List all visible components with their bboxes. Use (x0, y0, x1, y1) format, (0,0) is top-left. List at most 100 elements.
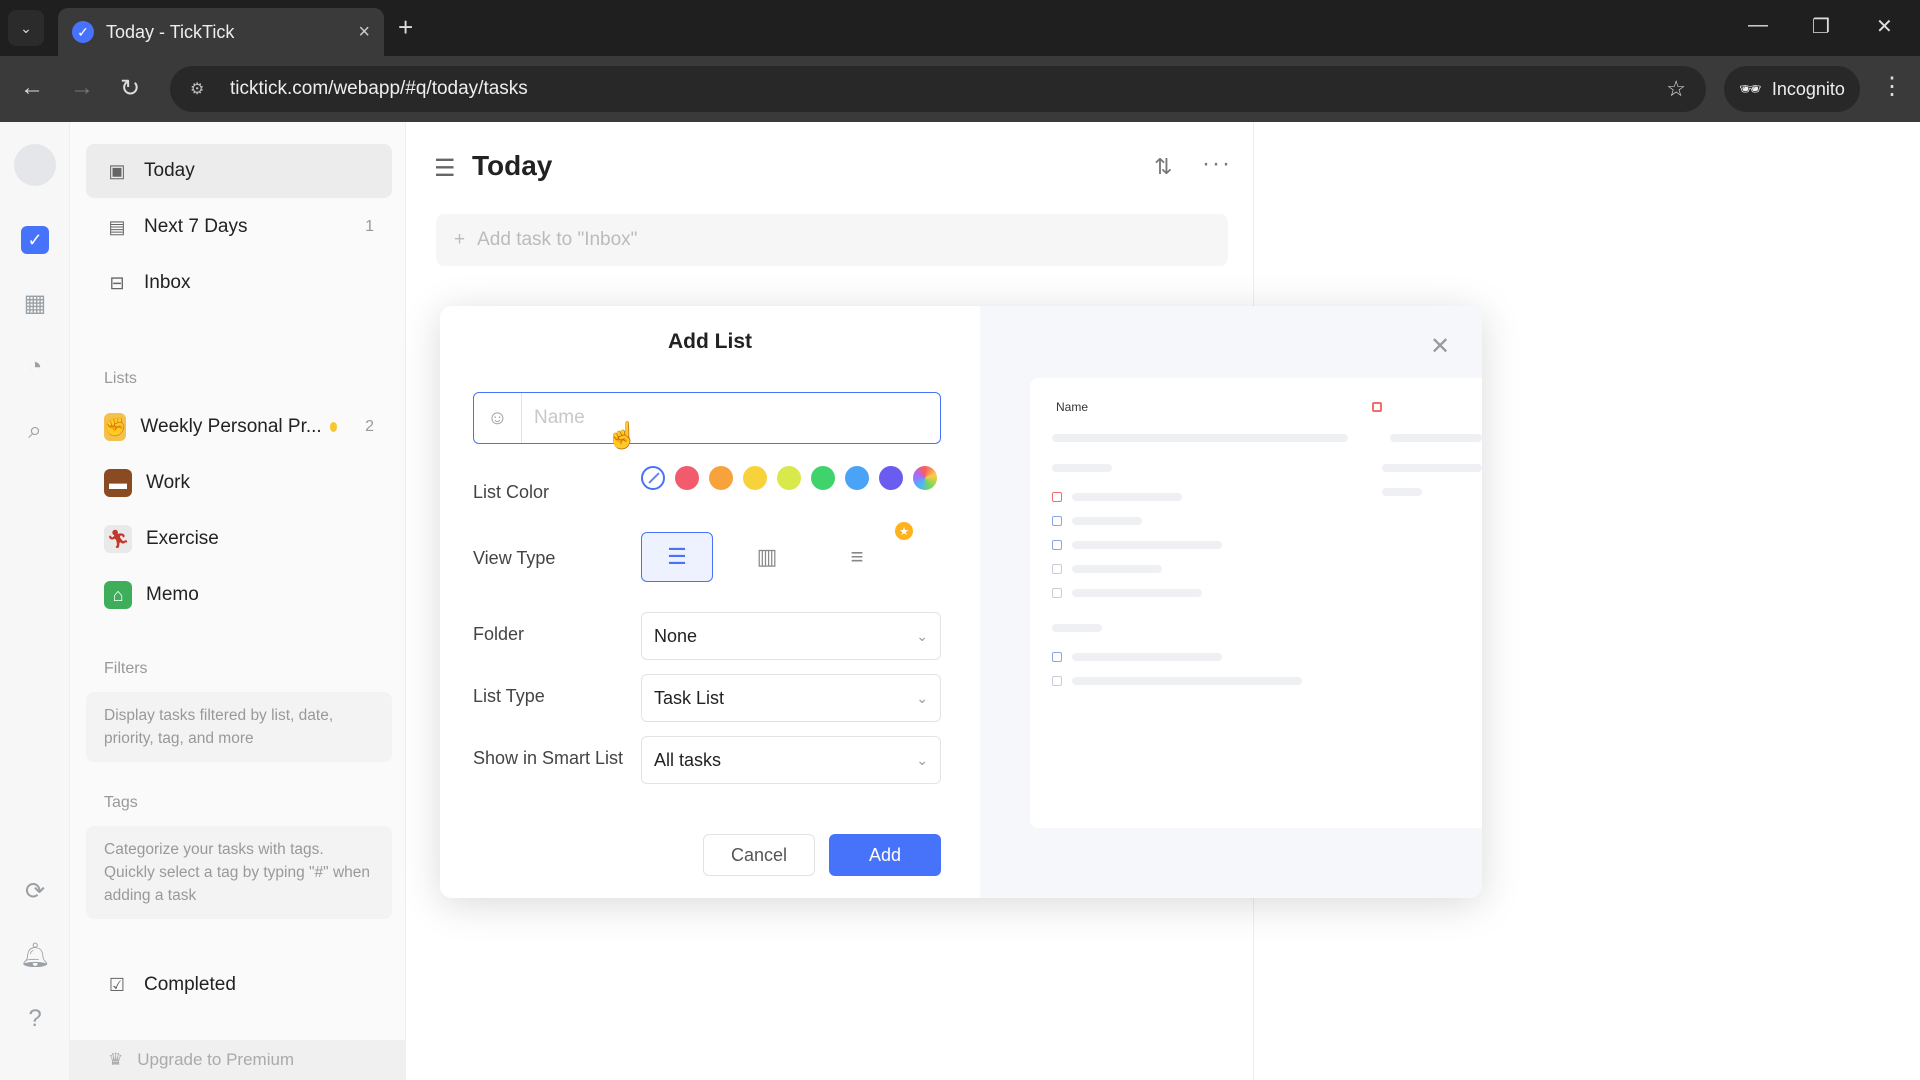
sidebar-item-completed[interactable]: ☑ Completed (86, 958, 392, 1012)
avatar[interactable] (14, 144, 56, 186)
sidebar-toggle-icon[interactable]: ☰ (434, 154, 456, 183)
list-view-icon[interactable]: ☰ (641, 532, 713, 582)
smart-list-select[interactable]: All tasks ⌄ (641, 736, 941, 784)
list-type-select[interactable]: Task List ⌄ (641, 674, 941, 722)
color-swatch-none[interactable] (641, 466, 665, 490)
address-bar[interactable]: ⚙ ticktick.com/webapp/#q/today/tasks ☆ (170, 66, 1706, 112)
color-swatch[interactable] (777, 466, 801, 490)
chevron-down-icon: ⌄ (916, 627, 928, 644)
sidebar-item-exercise[interactable]: 🏃︎ Exercise (86, 512, 392, 566)
timeline-view-icon[interactable]: ≡ ★ (821, 522, 913, 582)
custom-color-swatch[interactable] (913, 466, 937, 490)
crown-icon: ♛ (108, 1050, 124, 1069)
add-button[interactable]: Add (829, 834, 941, 876)
sidebar-item-label: Inbox (144, 272, 191, 293)
add-list-form: Add List ☺ List Color View Type ☰ ▥ ≡ ★ (440, 306, 980, 898)
house-icon: ⌂ (104, 581, 132, 609)
search-icon[interactable]: ⌕ (18, 414, 52, 448)
sidebar-item-label: Exercise (146, 528, 219, 549)
help-icon[interactable]: ? (18, 1002, 52, 1036)
upgrade-premium-button[interactable]: ♛ Upgrade to Premium (70, 1040, 406, 1080)
color-swatch[interactable] (879, 466, 903, 490)
minimize-icon[interactable]: — (1748, 14, 1768, 37)
kanban-view-icon[interactable]: ▥ (731, 532, 803, 582)
folder-select[interactable]: None ⌄ (641, 612, 941, 660)
sort-icon[interactable]: ⇅ (1154, 154, 1172, 180)
sidebar: ▣ Today ▤ Next 7 Days 1 ⊟ Inbox Lists ✊ … (70, 122, 406, 1080)
view-type-label: View Type (473, 548, 556, 568)
tags-hint: Categorize your tasks with tags. Quickly… (86, 826, 392, 919)
sidebar-item-work[interactable]: ▬ Work (86, 456, 392, 510)
sidebar-item-label: Today (144, 160, 195, 181)
more-options-icon[interactable]: ··· (1202, 150, 1232, 178)
smart-list-value: All tasks (654, 749, 722, 770)
preview-checkbox (1052, 676, 1062, 686)
calendar-today-icon: ▣ (108, 160, 126, 181)
premium-badge-icon: ★ (895, 522, 913, 540)
task-check-icon[interactable]: ✓ (21, 226, 49, 254)
color-swatch[interactable] (743, 466, 767, 490)
pomodoro-clock-icon[interactable]: ◔ (18, 350, 52, 384)
list-type-label: List Type (473, 686, 545, 706)
color-swatch[interactable] (811, 466, 835, 490)
emoji-picker-icon[interactable]: ☺ (474, 393, 522, 443)
color-swatch[interactable] (709, 466, 733, 490)
color-swatches (641, 466, 937, 490)
sidebar-item-label: Completed (144, 974, 236, 995)
sidebar-item-next-7-days[interactable]: ▤ Next 7 Days 1 (86, 200, 392, 254)
bookmark-star-icon[interactable]: ☆ (1666, 76, 1686, 102)
browser-toolbar: ← → ↻ ⚙ ticktick.com/webapp/#q/today/tas… (0, 56, 1920, 122)
preview-checkbox (1052, 588, 1062, 598)
site-info-icon[interactable]: ⚙ (190, 79, 212, 99)
forward-icon[interactable]: → (70, 74, 94, 102)
new-tab-icon[interactable]: + (398, 12, 413, 43)
color-swatch[interactable] (675, 466, 699, 490)
cancel-button[interactable]: Cancel (703, 834, 815, 876)
add-task-input[interactable]: + Add task to "Inbox" (436, 214, 1228, 266)
lists-header: Lists (104, 370, 137, 387)
preview-bar (1072, 677, 1302, 685)
reload-icon[interactable]: ↻ (120, 74, 140, 103)
inbox-icon: ⊟ (109, 272, 125, 293)
back-icon[interactable]: ← (20, 74, 44, 102)
preview-checkbox (1052, 516, 1062, 526)
calendar-icon[interactable]: ▦ (18, 286, 52, 320)
list-type-value: Task List (654, 687, 725, 708)
preview-bar (1382, 488, 1422, 496)
sync-icon[interactable]: ⟳ (18, 874, 52, 908)
sidebar-item-weekly-personal[interactable]: ✊ Weekly Personal Pr... 2 (86, 400, 392, 454)
close-icon[interactable]: ✕ (1430, 332, 1450, 361)
preview-bar (1072, 541, 1222, 549)
tab-close-icon[interactable]: × (358, 21, 370, 44)
incognito-badge[interactable]: 🕶 Incognito (1724, 66, 1860, 112)
list-color-label: List Color (473, 482, 550, 502)
tab-search-button[interactable]: ⌄ (8, 10, 44, 46)
window-close-icon[interactable]: ✕ (1876, 14, 1893, 39)
restore-icon[interactable]: ❐ (1812, 14, 1830, 39)
color-swatch[interactable] (845, 466, 869, 490)
preview-checkbox (1052, 564, 1062, 574)
filters-hint: Display tasks filtered by list, date, pr… (86, 692, 392, 762)
page-title: Today (472, 150, 553, 181)
preview-bar (1382, 464, 1482, 472)
sidebar-item-count: 1 (365, 218, 374, 235)
notification-bell-icon[interactable]: 🔔︎ (18, 938, 52, 972)
preview-bar (1052, 464, 1112, 472)
sidebar-item-today[interactable]: ▣ Today (86, 144, 392, 198)
sidebar-item-label: Next 7 Days (144, 216, 248, 237)
list-name-input[interactable] (522, 393, 940, 443)
sidebar-item-inbox[interactable]: ⊟ Inbox (86, 256, 392, 310)
calendar-week-icon: ▤ (108, 216, 126, 237)
browser-menu-icon[interactable]: ⋮ (1880, 72, 1904, 101)
preview-bar (1072, 589, 1202, 597)
browser-tab[interactable]: ✓ Today - TickTick × (58, 8, 384, 56)
view-type-options: ☰ ▥ ≡ ★ (641, 522, 913, 582)
preview-bar (1072, 565, 1162, 573)
tags-header: Tags (104, 794, 138, 811)
list-preview: Name (1030, 378, 1482, 828)
smart-list-label: Show in Smart List (473, 748, 624, 768)
sidebar-item-memo[interactable]: ⌂ Memo (86, 568, 392, 622)
list-name-field[interactable]: ☺ (473, 392, 941, 444)
preview-bar (1072, 517, 1142, 525)
flexed-arm-icon: ✊ (104, 413, 127, 441)
